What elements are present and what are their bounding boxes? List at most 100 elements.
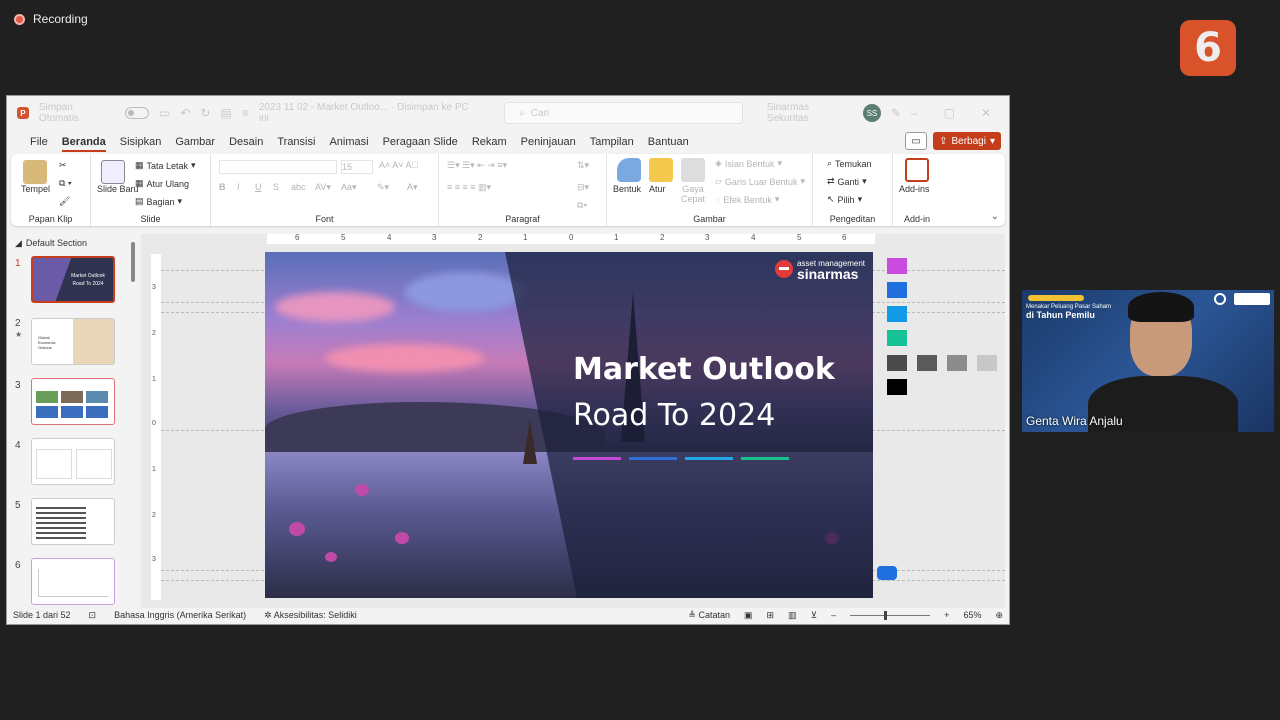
- new-slide-button[interactable]: Slide Baru: [97, 184, 139, 195]
- strikethrough-icon[interactable]: abc: [291, 182, 306, 192]
- account-name[interactable]: Sinarmas Sekuritas: [767, 102, 853, 124]
- accessibility-button[interactable]: ✲ Aksesibilitas: Selidiki: [264, 610, 357, 621]
- slide-canvas[interactable]: asset management sinarmas Market Outlook…: [265, 252, 873, 598]
- save-icon[interactable]: ▭: [159, 106, 170, 120]
- color-swatch[interactable]: [977, 355, 997, 371]
- zoom-out-icon[interactable]: –: [831, 610, 836, 620]
- menu-slideshow[interactable]: Peragaan Slide: [376, 130, 465, 154]
- zoom-level[interactable]: 65%: [963, 610, 981, 620]
- share-button[interactable]: ⇪ Berbagi ▾: [933, 132, 1001, 150]
- bullets-icon[interactable]: ☰▾ ☰▾ ⇤ ⇥ ≡▾: [447, 160, 507, 171]
- align-icons[interactable]: ≡ ≡ ≡ ≡ ▥▾: [447, 182, 491, 193]
- color-swatch[interactable]: [877, 566, 897, 580]
- shape-outline-button[interactable]: ▱ Garis Luar Bentuk ▾: [715, 176, 805, 187]
- undo-icon[interactable]: ↶: [180, 106, 190, 120]
- select-button[interactable]: ↖ Pilih ▾: [827, 194, 862, 205]
- menu-draw[interactable]: Gambar: [168, 130, 222, 154]
- slide-sorter-icon[interactable]: ⊞: [767, 610, 775, 621]
- search-box[interactable]: ⌕ Cari: [504, 102, 743, 124]
- redo-icon[interactable]: ↻: [200, 106, 210, 120]
- menu-record[interactable]: Rekam: [465, 130, 514, 154]
- present-icon[interactable]: ▤: [220, 106, 231, 120]
- color-swatch[interactable]: [887, 258, 907, 274]
- thumbnails-scrollbar[interactable]: [131, 234, 135, 604]
- quick-styles-icon[interactable]: [681, 158, 705, 182]
- section-header[interactable]: ◢ Default Section: [15, 238, 87, 249]
- color-swatch[interactable]: [887, 355, 907, 371]
- slideshow-icon[interactable]: ⊻: [811, 610, 818, 621]
- menu-design[interactable]: Desain: [222, 130, 270, 154]
- pen-icon[interactable]: ✎: [891, 106, 901, 120]
- menu-home[interactable]: Beranda: [55, 130, 113, 154]
- align-text-icon[interactable]: ⊟▾: [577, 182, 589, 193]
- font-name-field[interactable]: [219, 160, 337, 174]
- normal-view-icon[interactable]: ▣: [744, 610, 753, 621]
- minimize-icon[interactable]: –: [911, 106, 918, 120]
- shape-fill-button[interactable]: ◈ Isian Bentuk ▾: [715, 158, 782, 169]
- language-label[interactable]: Bahasa Inggris (Amerika Serikat): [114, 610, 246, 620]
- cut-icon[interactable]: ✂: [59, 160, 67, 171]
- zoom-slider[interactable]: [850, 610, 931, 620]
- avatar[interactable]: SS: [862, 104, 881, 122]
- scrollbar-thumb[interactable]: [131, 242, 135, 282]
- shapes-icon[interactable]: [617, 158, 641, 182]
- case-icon[interactable]: Aa▾: [341, 182, 357, 193]
- color-swatch[interactable]: [887, 282, 907, 298]
- notes-button[interactable]: ≜ Catatan: [688, 610, 730, 621]
- autosave-toggle[interactable]: [125, 107, 150, 119]
- addins-icon[interactable]: [905, 158, 929, 182]
- spellcheck-icon[interactable]: ⊡: [89, 610, 97, 621]
- slide-title[interactable]: Market Outlook: [573, 352, 835, 387]
- menu-insert[interactable]: Sisipkan: [113, 130, 169, 154]
- arrange-button[interactable]: Atur: [649, 184, 666, 194]
- shadow-icon[interactable]: S: [273, 182, 279, 192]
- comments-icon[interactable]: ▭: [905, 132, 927, 150]
- menu-file[interactable]: File: [23, 130, 55, 154]
- fit-slide-icon[interactable]: ⊕: [995, 610, 1003, 621]
- smartart-icon[interactable]: ⧉▾: [577, 200, 587, 211]
- thumbnail-slide-5[interactable]: [31, 498, 115, 545]
- find-button[interactable]: ⌕ Temukan: [827, 158, 872, 169]
- color-swatch[interactable]: [917, 355, 937, 371]
- underline-icon[interactable]: U: [255, 182, 262, 192]
- quick-styles-button[interactable]: Gaya Cepat: [679, 184, 707, 204]
- font-color-icon[interactable]: A▾: [407, 182, 418, 193]
- thumbnail-slide-1[interactable]: Market Outlook Road To 2024: [31, 256, 115, 303]
- replace-button[interactable]: ⇄ Ganti ▾: [827, 176, 867, 187]
- thumbnail-slide-2[interactable]: Global Economic Outlook: [31, 318, 115, 365]
- format-painter-icon[interactable]: 🖌: [59, 196, 70, 207]
- highlight-icon[interactable]: ✎▾: [377, 182, 389, 193]
- paste-icon[interactable]: [23, 160, 47, 184]
- new-slide-icon[interactable]: [101, 160, 125, 184]
- customize-icon[interactable]: ≡: [242, 106, 249, 120]
- thumbnail-slide-3[interactable]: [31, 378, 115, 425]
- arrange-icon[interactable]: [649, 158, 673, 182]
- font-size-field[interactable]: 15: [341, 160, 373, 174]
- shape-effects-button[interactable]: ◌ Efek Bentuk ▾: [715, 194, 779, 205]
- text-direction-icon[interactable]: ⇅▾: [577, 160, 589, 171]
- copy-icon[interactable]: ⧉ ▾: [59, 178, 72, 189]
- spacing-icon[interactable]: AV▾: [315, 182, 331, 193]
- reset-button[interactable]: ▦ Atur Ulang: [135, 178, 189, 189]
- color-swatch[interactable]: [887, 379, 907, 395]
- thumbnail-slide-6[interactable]: [31, 558, 115, 605]
- layout-button[interactable]: ▦ Tata Letak ▾: [135, 160, 196, 171]
- thumbnail-slide-4[interactable]: [31, 438, 115, 485]
- addins-button[interactable]: Add-ins: [899, 184, 930, 194]
- slide-subtitle[interactable]: Road To 2024: [573, 398, 775, 433]
- section-button[interactable]: ▤ Bagian ▾: [135, 196, 182, 207]
- menu-review[interactable]: Peninjauan: [514, 130, 583, 154]
- paste-button[interactable]: Tempel: [21, 184, 50, 194]
- grow-font-icon[interactable]: A˄ A˅ A⃠: [379, 160, 418, 170]
- menu-help[interactable]: Bantuan: [641, 130, 696, 154]
- color-swatch[interactable]: [887, 330, 907, 346]
- close-icon[interactable]: ✕: [981, 106, 991, 120]
- reading-view-icon[interactable]: ▥: [788, 610, 797, 621]
- italic-icon[interactable]: I: [237, 182, 240, 192]
- chevron-down-icon[interactable]: ⌄: [991, 211, 999, 222]
- color-swatch[interactable]: [947, 355, 967, 371]
- menu-animations[interactable]: Animasi: [322, 130, 375, 154]
- menu-view[interactable]: Tampilan: [583, 130, 641, 154]
- shapes-button[interactable]: Bentuk: [613, 184, 641, 194]
- color-swatch[interactable]: [887, 306, 907, 322]
